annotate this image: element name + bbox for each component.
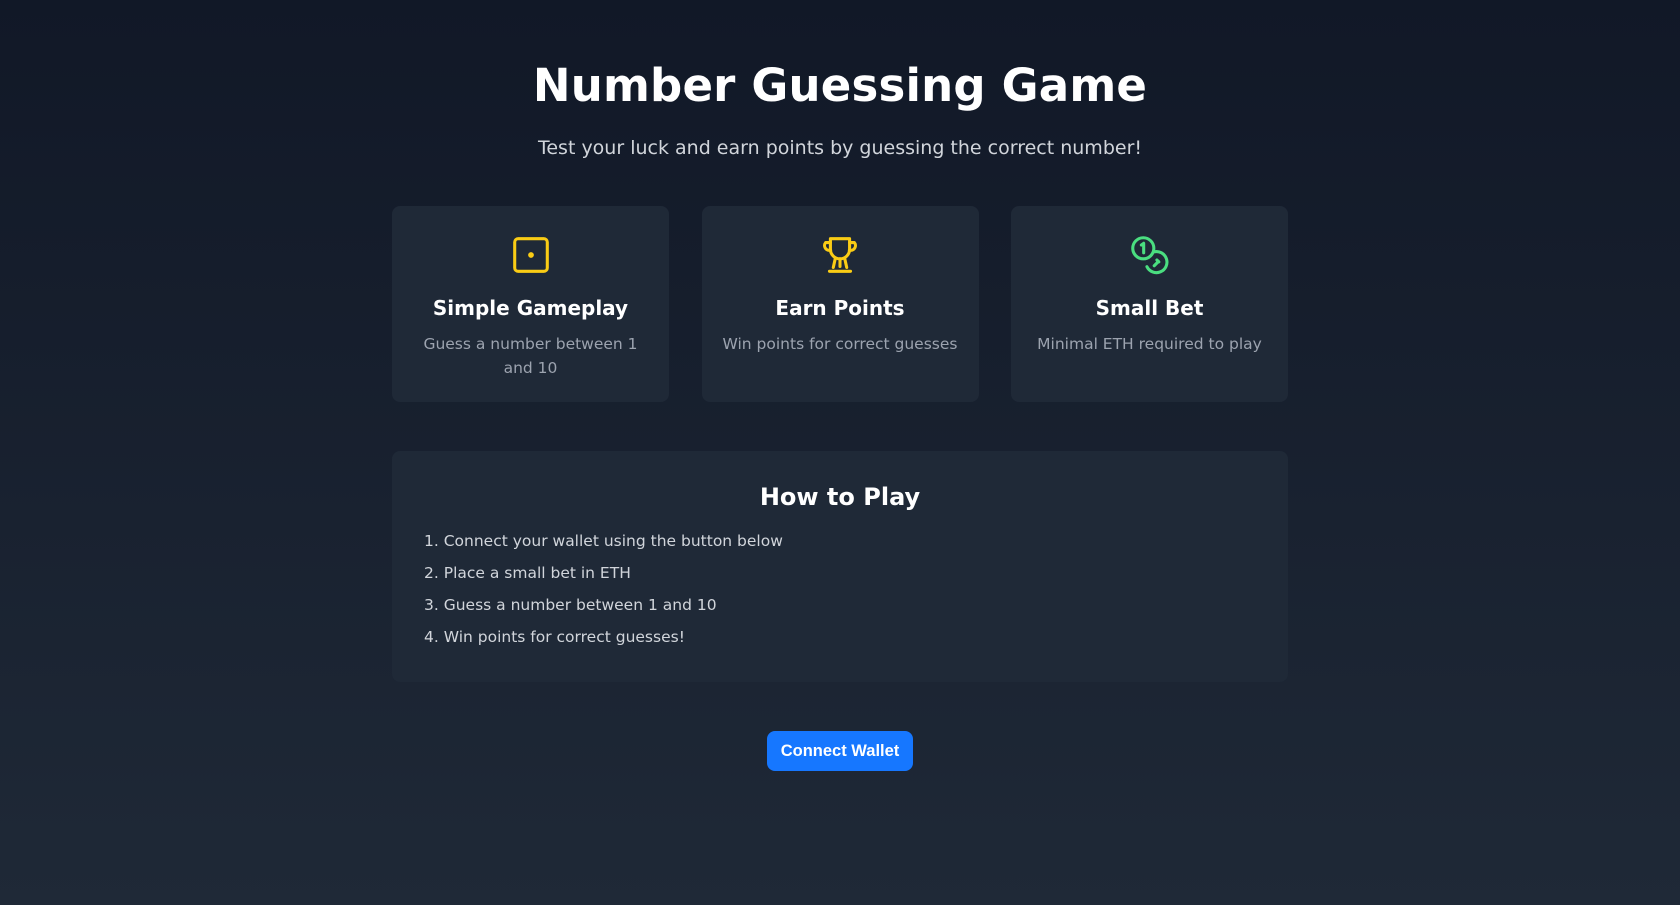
how-to-play-title: How to Play: [759, 483, 921, 511]
how-to-play-panel: How to Play 1. Connect your wallet using…: [392, 451, 1288, 682]
page-subtitle: Test your luck and earn points by guessi…: [537, 137, 1142, 159]
feature-card-simple-gameplay: Simple Gameplay Guess a number between 1…: [392, 206, 669, 402]
connect-wallet-button[interactable]: Connect Wallet: [766, 731, 914, 771]
feature-title: Simple Gameplay: [432, 296, 629, 320]
feature-description: Minimal ETH required to play: [1037, 335, 1262, 353]
landing-page: Number Guessing Game Test your luck and …: [392, 0, 1288, 771]
how-to-play-steps: 1. Connect your wallet using the button …: [424, 525, 1256, 653]
feature-title: Earn Points: [775, 296, 905, 320]
feature-card-small-bet: Small Bet Minimal ETH required to play: [1011, 206, 1288, 402]
feature-title: Small Bet: [1095, 296, 1204, 320]
list-item: 3. Guess a number between 1 and 10: [424, 596, 717, 614]
list-item: 1. Connect your wallet using the button …: [424, 532, 783, 550]
trophy-icon: [823, 237, 857, 273]
page-title: Number Guessing Game: [532, 59, 1148, 112]
coins-icon: [1130, 236, 1168, 275]
feature-description: Win points for correct guesses: [722, 335, 958, 353]
action-area: Connect Wallet: [392, 731, 1288, 771]
feature-card-earn-points: Earn Points Win points for correct guess…: [701, 206, 979, 402]
list-item: 2. Place a small bet in ETH: [424, 564, 631, 582]
feature-cards: Simple Gameplay Guess a number between 1…: [392, 206, 1288, 402]
feature-description: Guess a number between 1 and 10: [423, 335, 638, 377]
dice-icon: [512, 237, 549, 273]
list-item: 4. Win points for correct guesses!: [424, 628, 685, 646]
